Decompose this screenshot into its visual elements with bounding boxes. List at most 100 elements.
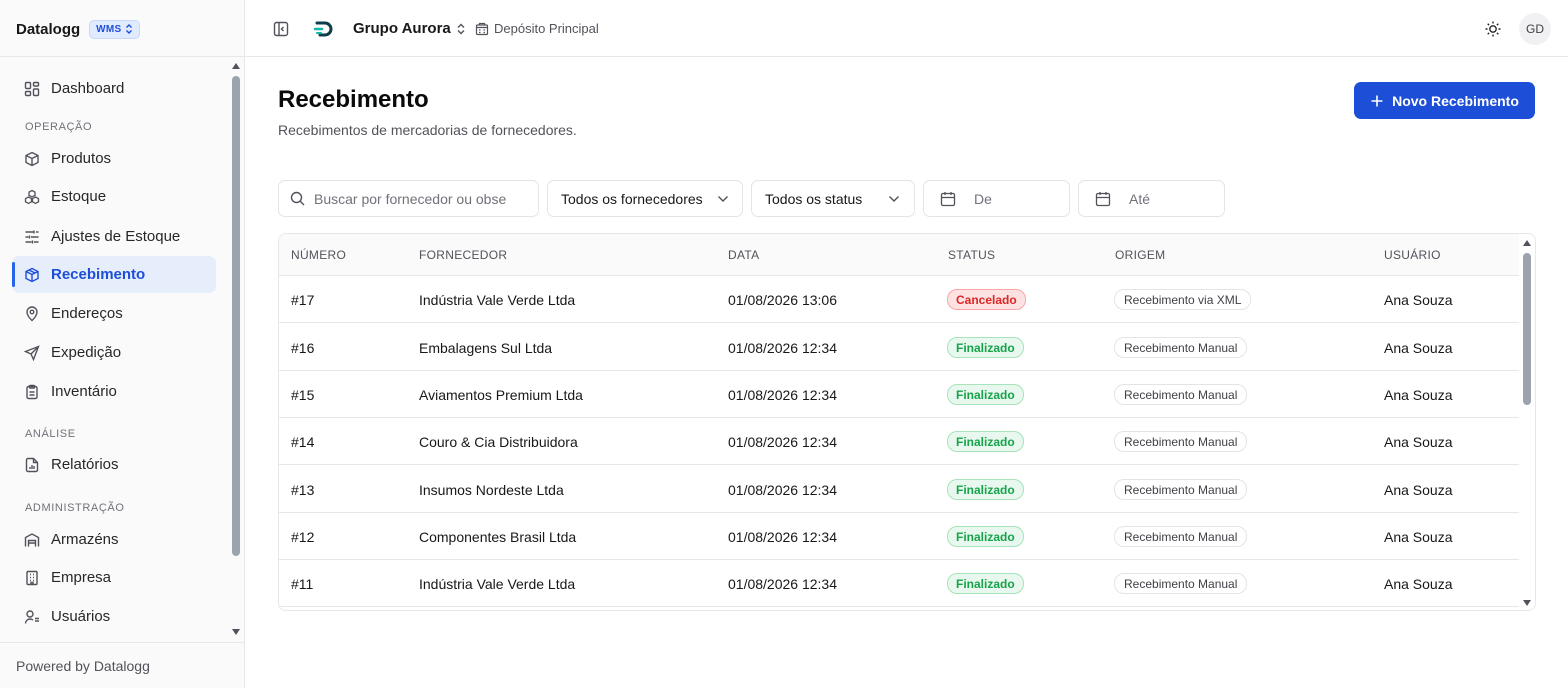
- warehouse-icon: [24, 532, 40, 548]
- sidebar-item-enderecos[interactable]: Endereços: [12, 295, 216, 332]
- dashboard-icon: [24, 81, 40, 97]
- receipts-table: NÚMERO FORNECEDOR DATA STATUS ORIGEM USU…: [278, 233, 1536, 611]
- cell-fornecedor: Indústria Vale Verde Ltda: [419, 292, 576, 308]
- cell-data: 01/08/2026 12:34: [728, 340, 837, 356]
- status-badge: Finalizado: [947, 431, 1024, 452]
- sidebar-item-usuarios[interactable]: Usuários: [12, 598, 216, 635]
- cell-numero: #12: [291, 529, 315, 545]
- sidebar-item-relatorios[interactable]: Relatórios: [12, 446, 216, 483]
- cell-data: 01/08/2026 12:34: [728, 576, 837, 592]
- search-icon: [290, 191, 305, 206]
- table-row[interactable]: #14 Couro & Cia Distribuidora 01/08/2026…: [279, 418, 1519, 465]
- table-scroll-thumb[interactable]: [1523, 253, 1531, 405]
- supplier-select[interactable]: Todos os fornecedores: [547, 180, 743, 217]
- cell-usuario: Ana Souza: [1384, 434, 1453, 450]
- brand-name: Datalogg: [16, 20, 81, 38]
- avatar[interactable]: GD: [1519, 13, 1551, 45]
- warehouse-indicator[interactable]: Depósito Principal: [475, 21, 599, 36]
- clipboard-icon: [24, 384, 40, 400]
- cell-fornecedor: Couro & Cia Distribuidora: [419, 434, 578, 450]
- app-badge-label: WMS: [96, 23, 122, 35]
- column-header-numero[interactable]: NÚMERO: [291, 248, 346, 262]
- sidebar-item-armazens[interactable]: Armazéns: [12, 521, 216, 558]
- scroll-up-icon[interactable]: [231, 62, 241, 70]
- status-badge: Finalizado: [947, 526, 1024, 547]
- table-row[interactable]: #12 Componentes Brasil Ltda 01/08/2026 1…: [279, 513, 1519, 560]
- scroll-up-icon[interactable]: [1522, 239, 1532, 247]
- new-receipt-button[interactable]: Novo Recebimento: [1354, 82, 1535, 119]
- sidebar-item-label: Inventário: [51, 383, 117, 400]
- cell-fornecedor: Embalagens Sul Ltda: [419, 340, 553, 356]
- datalogg-logo-icon: [313, 18, 335, 40]
- cell-usuario: Ana Souza: [1384, 292, 1453, 308]
- calendar-icon: [940, 191, 956, 207]
- sidebar: Datalogg WMS Dashboard OPERAÇÃO Produtos…: [0, 0, 245, 688]
- building-icon: [475, 22, 489, 36]
- cell-data: 01/08/2026 12:34: [728, 482, 837, 498]
- warehouse-name: Depósito Principal: [494, 21, 599, 36]
- status-select[interactable]: Todos os status: [751, 180, 915, 217]
- cell-numero: #11: [291, 576, 314, 592]
- table-row[interactable]: #13 Insumos Nordeste Ltda 01/08/2026 12:…: [279, 466, 1519, 513]
- box-icon: [24, 151, 40, 167]
- column-header-usuario[interactable]: USUÁRIO: [1384, 248, 1441, 262]
- scroll-down-icon[interactable]: [1522, 599, 1532, 607]
- table-header: NÚMERO FORNECEDOR DATA STATUS ORIGEM USU…: [279, 234, 1519, 276]
- users-icon: [24, 609, 40, 625]
- date-to-picker[interactable]: Até: [1078, 180, 1225, 217]
- column-header-data[interactable]: DATA: [728, 248, 759, 262]
- section-label-administracao: ADMINISTRAÇÃO: [25, 502, 125, 514]
- sun-icon[interactable]: [1483, 19, 1503, 39]
- status-badge: Finalizado: [947, 337, 1024, 358]
- boxes-icon: [24, 189, 40, 205]
- brand: Datalogg WMS: [16, 18, 140, 40]
- table-row[interactable]: #16 Embalagens Sul Ltda 01/08/2026 12:34…: [279, 324, 1519, 371]
- powered-by: Powered by Datalogg: [16, 658, 150, 674]
- chevron-down-icon: [717, 195, 729, 203]
- table-row[interactable]: #17 Indústria Vale Verde Ltda 01/08/2026…: [279, 276, 1519, 323]
- sidebar-item-recebimento[interactable]: Recebimento: [12, 256, 216, 293]
- column-header-fornecedor[interactable]: FORNECEDOR: [419, 248, 507, 262]
- cell-numero: #15: [291, 387, 315, 403]
- sidebar-item-expedicao[interactable]: Expedição: [12, 334, 216, 371]
- cell-numero: #17: [291, 292, 315, 308]
- sidebar-scroll-thumb[interactable]: [232, 76, 240, 556]
- report-icon: [24, 457, 40, 473]
- column-header-origem[interactable]: ORIGEM: [1115, 248, 1165, 262]
- sidebar-item-produtos[interactable]: Produtos: [12, 140, 216, 177]
- cell-usuario: Ana Souza: [1384, 482, 1453, 498]
- status-badge: Finalizado: [947, 573, 1024, 594]
- cell-data: 01/08/2026 13:06: [728, 292, 837, 308]
- sidebar-item-estoque[interactable]: Estoque: [12, 178, 216, 215]
- table-row[interactable]: #15 Aviamentos Premium Ltda 01/08/2026 1…: [279, 371, 1519, 418]
- cell-fornecedor: Insumos Nordeste Ltda: [419, 482, 564, 498]
- status-select-value: Todos os status: [765, 190, 863, 207]
- sliders-icon: [24, 229, 40, 245]
- origin-badge: Recebimento Manual: [1114, 431, 1248, 452]
- sidebar-nav: Dashboard OPERAÇÃO Produtos Estoque Ajus…: [0, 64, 244, 642]
- chevrons-up-down-icon: [125, 24, 133, 34]
- cell-data: 01/08/2026 12:34: [728, 434, 837, 450]
- column-header-status[interactable]: STATUS: [948, 248, 995, 262]
- sidebar-item-ajustes[interactable]: Ajustes de Estoque: [12, 218, 216, 255]
- cell-numero: #16: [291, 340, 315, 356]
- sidebar-toggle-icon[interactable]: [272, 20, 290, 38]
- search-input[interactable]: Buscar por fornecedor ou obse: [278, 180, 539, 217]
- sidebar-item-label: Armazéns: [51, 531, 119, 548]
- table-row[interactable]: #11 Indústria Vale Verde Ltda 01/08/2026…: [279, 560, 1519, 607]
- sidebar-item-dashboard[interactable]: Dashboard: [12, 70, 216, 107]
- date-from-picker[interactable]: De: [923, 180, 1070, 217]
- sidebar-item-label: Endereços: [51, 305, 123, 322]
- divider: [0, 642, 244, 643]
- sidebar-item-empresa[interactable]: Empresa: [12, 559, 216, 596]
- scroll-down-icon[interactable]: [231, 628, 241, 636]
- app-switcher-badge[interactable]: WMS: [89, 19, 140, 39]
- sidebar-item-inventario[interactable]: Inventário: [12, 373, 216, 410]
- cell-numero: #13: [291, 482, 315, 498]
- plus-icon: [1370, 94, 1384, 108]
- sidebar-item-label: Produtos: [51, 150, 112, 167]
- new-receipt-label: Novo Recebimento: [1392, 92, 1519, 109]
- org-switcher[interactable]: Grupo Aurora: [353, 20, 466, 37]
- section-label-analise: ANÁLISE: [25, 428, 76, 440]
- map-pin-icon: [24, 305, 40, 322]
